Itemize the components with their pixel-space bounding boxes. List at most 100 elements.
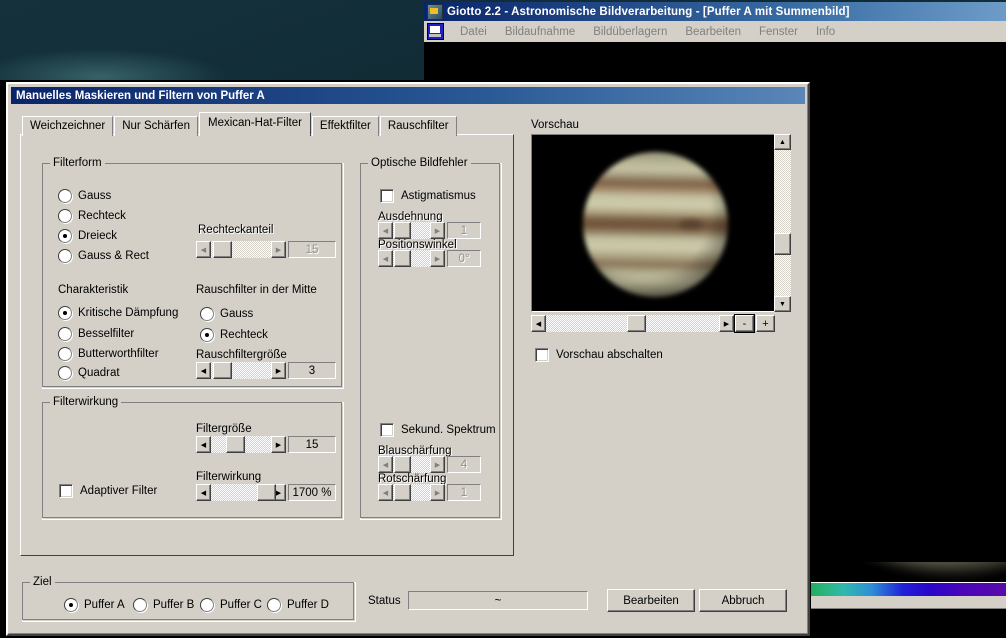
scroll-down-arrow-icon[interactable]: ▼ [774,296,791,312]
checkbox-vorschau-abschalten[interactable]: Vorschau abschalten [535,348,663,362]
slider-thumb[interactable] [394,484,412,501]
tab-rauschfilter[interactable]: Rauschfilter [379,116,457,136]
radio-charakteristik-kritische-daempfung[interactable]: Kritische Dämpfung [58,306,178,320]
window-menu-icon[interactable] [427,23,444,40]
slider-thumb[interactable] [213,241,233,258]
slider-right-arrow-icon[interactable]: ▶ [430,456,445,473]
scroll-right-arrow-icon[interactable]: ▶ [719,315,734,332]
scrollbar-track[interactable] [546,315,719,332]
radio-charakteristik-besselfilter[interactable]: Besselfilter [58,327,134,341]
slider-track[interactable] [211,241,271,258]
slider-right-arrow-icon[interactable]: ▶ [271,436,286,453]
slider-ausdehnung[interactable]: ◀ ▶ [378,222,445,239]
slider-left-arrow-icon[interactable]: ◀ [378,456,393,473]
radio-ziel-puffer-b[interactable]: Puffer B [133,598,194,612]
scrollbar-track[interactable] [774,150,791,296]
value-rauschfiltergroesse: 3 [288,362,336,379]
slider-filterwirkung[interactable]: ◀ ▶ [196,484,286,501]
slider-thumb[interactable] [394,222,412,239]
preview-zoom-in-button[interactable]: + [756,315,775,332]
radio-charakteristik-quadrat[interactable]: Quadrat [58,366,120,380]
slider-track[interactable] [393,250,430,267]
radio-ziel-puffer-d[interactable]: Puffer D [267,598,329,612]
slider-filtergroesse[interactable]: ◀ ▶ [196,436,286,453]
radio-label: Puffer B [153,599,195,611]
slider-right-arrow-icon[interactable]: ▶ [430,250,445,267]
tab-weichzeichner[interactable]: Weichzeichner [22,116,114,136]
checkbox-adaptiver-filter[interactable]: Adaptiver Filter [59,484,157,498]
slider-track[interactable] [393,484,430,501]
slider-right-arrow-icon[interactable]: ▶ [271,362,286,379]
slider-right-arrow-icon[interactable]: ▶ [430,222,445,239]
slider-track[interactable] [211,484,276,501]
slider-right-arrow-icon[interactable]: ▶ [430,484,445,501]
slider-positionswinkel[interactable]: ◀ ▶ [378,250,445,267]
radio-dot [200,328,214,342]
radio-dot [58,229,72,243]
preview-zoom-out-button[interactable]: - [734,314,755,333]
preview-horizontal-scrollbar[interactable]: ◀ ▶ [531,315,734,332]
slider-thumb[interactable] [394,250,412,267]
radio-filterform-gauss-rect[interactable]: Gauss & Rect [58,249,149,263]
giotto-title-text: Giotto 2.2 - Astronomische Bildverarbeit… [447,5,850,18]
slider-left-arrow-icon[interactable]: ◀ [378,484,393,501]
radio-rauschfilter-rechteck[interactable]: Rechteck [200,328,268,342]
slider-left-arrow-icon[interactable]: ◀ [196,362,211,379]
slider-rotschaerfung[interactable]: ◀ ▶ [378,484,445,501]
slider-left-arrow-icon[interactable]: ◀ [378,222,393,239]
slider-thumb[interactable] [256,484,276,501]
slider-rechteckanteil[interactable]: ◀ ▶ [196,241,286,258]
radio-filterform-rechteck[interactable]: Rechteck [58,209,126,223]
radio-ziel-puffer-a[interactable]: Puffer A [64,598,125,612]
radio-dot [64,598,78,612]
scroll-left-arrow-icon[interactable]: ◀ [531,315,546,332]
slider-track[interactable] [211,362,271,379]
checkbox-label: Astigmatismus [401,190,476,202]
slider-right-arrow-icon[interactable]: ▶ [271,241,286,258]
slider-left-arrow-icon[interactable]: ◀ [378,250,393,267]
slider-track[interactable] [393,222,430,239]
menu-item-datei[interactable]: Datei [451,24,496,40]
radio-charakteristik-butterworthfilter[interactable]: Butterworthfilter [58,347,159,361]
scrollbar-thumb[interactable] [774,233,791,256]
radio-label: Puffer A [84,599,125,611]
slider-left-arrow-icon[interactable]: ◀ [196,241,211,258]
slider-left-arrow-icon[interactable]: ◀ [196,484,211,501]
radio-ziel-puffer-c[interactable]: Puffer C [200,598,262,612]
checkbox-sekund-spektrum[interactable]: Sekund. Spektrum [380,423,496,437]
slider-thumb[interactable] [394,456,412,473]
slider-blauschaerfung[interactable]: ◀ ▶ [378,456,445,473]
dialog-title-bar[interactable]: Manuelles Maskieren und Filtern von Puff… [11,87,805,104]
radio-filterform-dreieck[interactable]: Dreieck [58,229,117,243]
tab-mexican-hat-filter[interactable]: Mexican-Hat-Filter [198,112,311,136]
slider-thumb[interactable] [226,436,245,453]
radio-label: Kritische Dämpfung [78,307,179,319]
jupiter-dark-spot [679,220,703,229]
scrollbar-thumb[interactable] [627,315,647,332]
tab-nur-schaerfen[interactable]: Nur Schärfen [114,116,198,136]
slider-thumb[interactable] [212,362,232,379]
slider-track[interactable] [211,436,271,453]
slider-track[interactable] [393,456,430,473]
menu-item-bilduberlagern[interactable]: Bildüberlagern [584,24,676,40]
abbruch-button[interactable]: Abbruch [699,589,787,612]
menu-item-fenster[interactable]: Fenster [750,24,807,40]
slider-left-arrow-icon[interactable]: ◀ [196,436,211,453]
value-filtergroesse: 15 [288,436,336,453]
checkbox-astigmatismus[interactable]: Astigmatismus [380,189,476,203]
menu-item-bildaufnahme[interactable]: Bildaufnahme [496,24,584,40]
slider-rauschfiltergroesse[interactable]: ◀ ▶ [196,362,286,379]
menu-item-bearbeiten[interactable]: Bearbeiten [676,24,750,40]
menu-item-info[interactable]: Info [807,24,844,40]
radio-label: Quadrat [78,367,120,379]
radio-label: Rechteck [220,329,268,341]
scroll-up-arrow-icon[interactable]: ▲ [774,134,791,150]
radio-filterform-gauss[interactable]: Gauss [58,189,111,203]
preview-image-area[interactable] [531,134,775,312]
preview-vertical-scrollbar[interactable]: ▲ ▼ [774,134,791,312]
tab-effektfilter[interactable]: Effektfilter [311,116,379,136]
radio-rauschfilter-gauss[interactable]: Gauss [200,307,253,321]
value-filterwirkung: 1700 % [288,484,336,501]
bearbeiten-button[interactable]: Bearbeiten [607,589,695,612]
giotto-title-bar[interactable]: Giotto 2.2 - Astronomische Bildverarbeit… [424,2,1006,21]
